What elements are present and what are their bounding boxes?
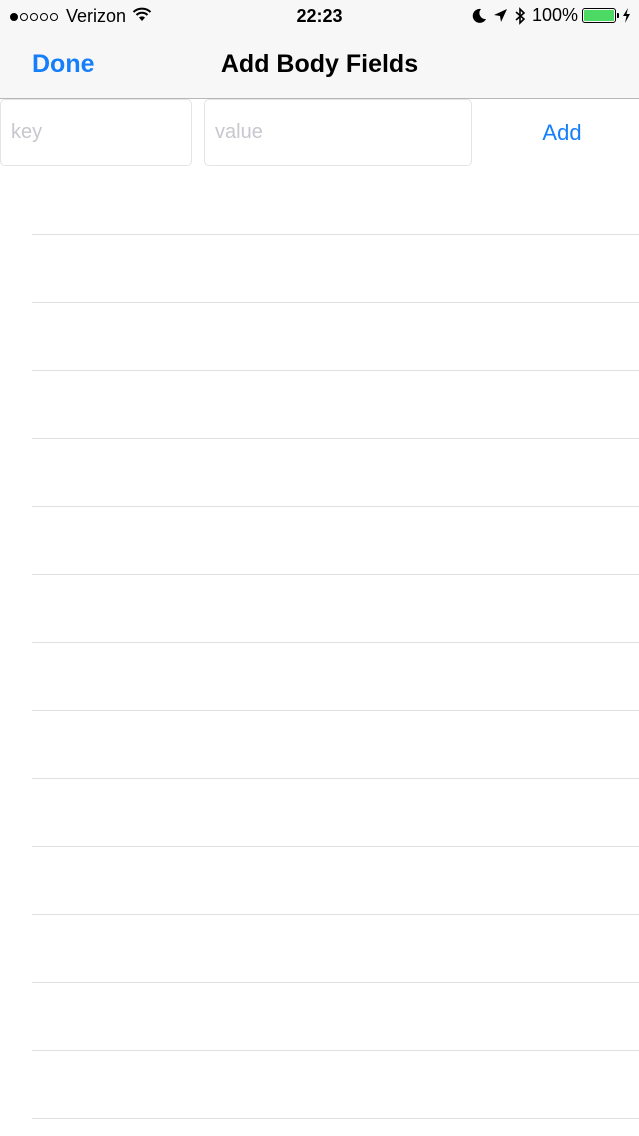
value-input[interactable] (204, 99, 472, 166)
navigation-bar: Done Add Body Fields (0, 32, 639, 99)
table-row (32, 371, 639, 439)
battery-percent: 100% (531, 5, 578, 25)
table-row (32, 711, 639, 779)
add-field-form: Add (0, 99, 639, 167)
body-fields-table[interactable] (0, 167, 639, 1136)
table-row (32, 1051, 639, 1119)
status-bar: Verizon 22:23 100% (0, 0, 639, 32)
table-row (32, 779, 639, 847)
table-row (32, 507, 639, 575)
moon-icon (472, 8, 487, 24)
add-button[interactable]: Add (520, 99, 604, 166)
table-row (32, 439, 639, 507)
battery-icon (582, 8, 619, 23)
table-row (32, 847, 639, 915)
page-title: Add Body Fields (220, 50, 419, 78)
table-row (32, 303, 639, 371)
location-arrow-icon (493, 8, 508, 23)
table-row (32, 643, 639, 711)
table-row (32, 983, 639, 1051)
battery-level (584, 10, 614, 21)
key-input[interactable] (0, 99, 192, 166)
table-row (32, 235, 639, 303)
charging-bolt-icon (622, 8, 631, 23)
table-row (32, 167, 639, 235)
table-row (32, 575, 639, 643)
battery-tip (617, 13, 619, 18)
bluetooth-icon (514, 6, 526, 25)
status-right: 100% (466, 5, 631, 26)
done-button[interactable]: Done (32, 50, 95, 79)
table-row (32, 915, 639, 983)
screen: Verizon 22:23 100% Done Add Body Fields … (0, 0, 639, 1136)
